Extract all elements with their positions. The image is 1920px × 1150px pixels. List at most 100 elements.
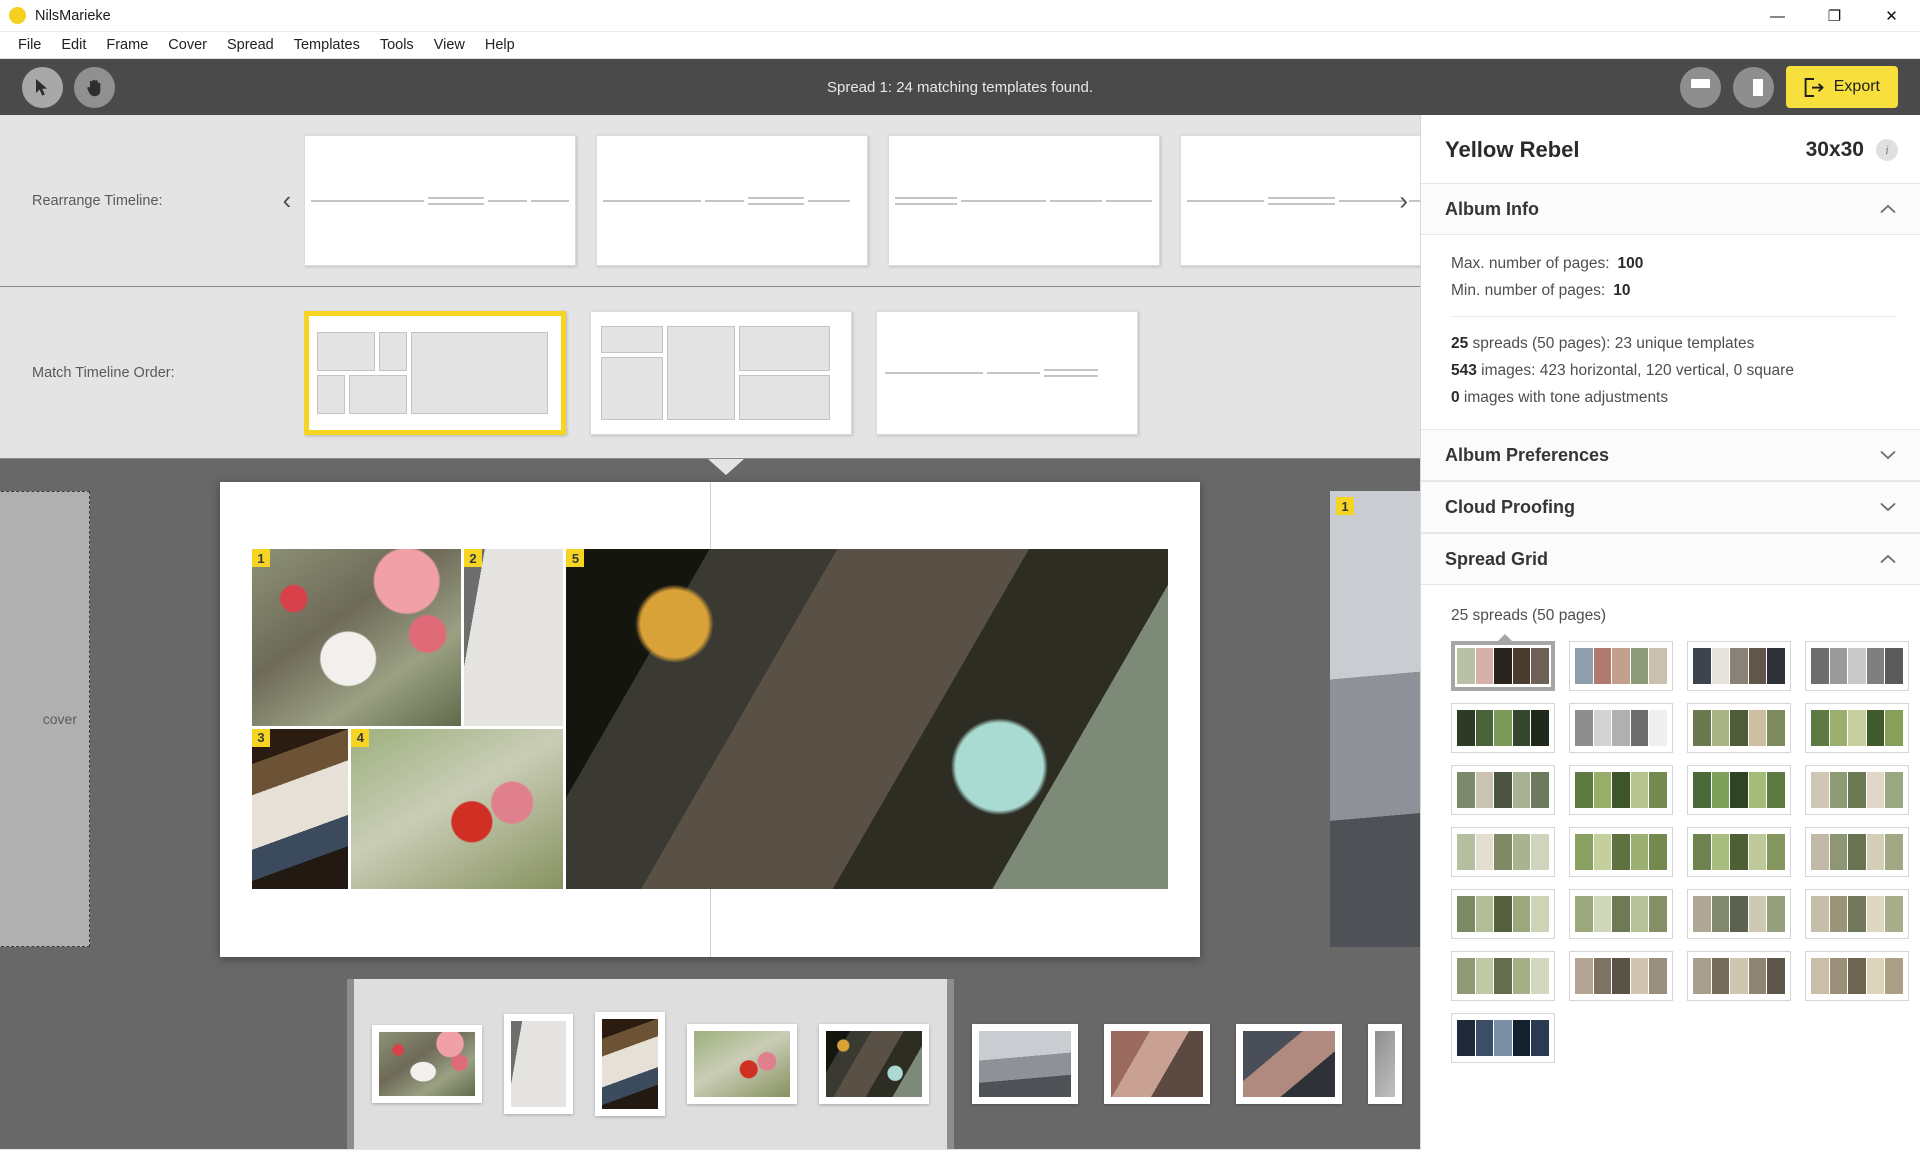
spread-grid-item[interactable]: [1569, 703, 1673, 753]
max-pages-row: Max. number of pages:100: [1451, 255, 1896, 273]
filmstrip-thumbnail[interactable]: [372, 1025, 482, 1103]
template-thumbnail[interactable]: [304, 135, 576, 266]
filmstrip-current-spread-group[interactable]: [347, 979, 954, 1149]
image-filmstrip[interactable]: [0, 979, 1420, 1149]
section-header-cloud-proofing[interactable]: Cloud Proofing: [1421, 481, 1920, 533]
chevron-up-icon: [1880, 204, 1896, 214]
hand-icon: [86, 78, 104, 97]
select-tool-button[interactable]: [22, 67, 63, 108]
export-button[interactable]: Export: [1786, 66, 1898, 108]
spread-grid-item[interactable]: [1569, 827, 1673, 877]
max-pages-label: Max. number of pages:: [1451, 255, 1610, 272]
spread-grid-item[interactable]: [1687, 641, 1791, 691]
spread-grid[interactable]: [1421, 641, 1920, 1083]
filmstrip-thumbnail[interactable]: [1104, 1024, 1210, 1104]
template-thumbnail[interactable]: [590, 311, 852, 435]
maximize-button[interactable]: ❐: [1806, 0, 1863, 32]
spread-grid-item[interactable]: [1805, 703, 1909, 753]
template-thumbnail[interactable]: [876, 311, 1138, 435]
spread-grid-thumbnail: [1811, 834, 1903, 870]
template-thumbnail[interactable]: [888, 135, 1160, 266]
filmstrip-thumbnail[interactable]: [687, 1024, 797, 1104]
spread-grid-item[interactable]: [1805, 889, 1909, 939]
spread-grid-item[interactable]: [1569, 951, 1673, 1001]
section-header-spread-grid[interactable]: Spread Grid: [1421, 533, 1920, 585]
single-page-view-icon[interactable]: [1680, 67, 1721, 108]
menu-item-help[interactable]: Help: [475, 34, 525, 56]
menu-item-templates[interactable]: Templates: [284, 34, 370, 56]
minimize-button[interactable]: —: [1749, 0, 1806, 32]
spread-grid-item[interactable]: [1451, 827, 1555, 877]
filmstrip-next-group[interactable]: [954, 979, 1420, 1149]
filmstrip-thumbnail[interactable]: [1368, 1024, 1402, 1104]
spread-grid-item[interactable]: [1687, 951, 1791, 1001]
spread-grid-item[interactable]: [1805, 951, 1909, 1001]
spread-grid-thumbnail: [1575, 958, 1667, 994]
section-header-album-preferences[interactable]: Album Preferences: [1421, 429, 1920, 481]
menu-item-cover[interactable]: Cover: [158, 34, 217, 56]
app-title: NilsMarieke: [35, 8, 111, 24]
photo-cell-1[interactable]: 1: [252, 549, 461, 726]
spread-grid-item-selected[interactable]: [1451, 641, 1555, 691]
previous-spread-preview[interactable]: cover: [0, 491, 90, 947]
photo-cell-3[interactable]: 3: [252, 729, 348, 889]
right-sidebar-scroll[interactable]: Yellow Rebel 30x30 i Album Info Max. num…: [1421, 115, 1920, 1150]
current-spread[interactable]: 1 2 3: [220, 482, 1200, 957]
menu-item-view[interactable]: View: [424, 34, 475, 56]
thumb-wedding-dress: [511, 1021, 566, 1107]
spread-canvas[interactable]: cover 1 2: [0, 459, 1420, 979]
photo-cell-2[interactable]: 2: [464, 549, 564, 726]
photo-cell-4[interactable]: 4: [351, 729, 563, 889]
photo-badge: 2: [464, 549, 482, 567]
spread-grid-item[interactable]: [1451, 889, 1555, 939]
spread-grid-thumbnail: [1811, 958, 1903, 994]
close-button[interactable]: ✕: [1863, 0, 1920, 32]
selected-template-callout: [708, 459, 744, 475]
menu-item-tools[interactable]: Tools: [370, 34, 424, 56]
spread-grid-item[interactable]: [1451, 951, 1555, 1001]
filmstrip-thumbnail[interactable]: [1236, 1024, 1342, 1104]
album-size: 30x30: [1806, 138, 1864, 162]
filmstrip-thumbnail[interactable]: [819, 1024, 929, 1104]
filmstrip-thumbnail[interactable]: [972, 1024, 1078, 1104]
template-thumbnail-selected[interactable]: [304, 311, 566, 435]
spread-grid-item[interactable]: [1805, 827, 1909, 877]
spread-grid-item[interactable]: [1687, 889, 1791, 939]
spread-view-icon[interactable]: [1733, 67, 1774, 108]
menu-item-file[interactable]: File: [8, 34, 51, 56]
timeline-next-arrow[interactable]: ›: [1399, 185, 1408, 216]
hand-tool-button[interactable]: [74, 67, 115, 108]
thumb-partial: [1375, 1031, 1395, 1097]
spread-grid-item[interactable]: [1451, 703, 1555, 753]
menu-item-edit[interactable]: Edit: [51, 34, 96, 56]
section-header-album-info[interactable]: Album Info: [1421, 183, 1920, 235]
photo-cell-5[interactable]: 5: [566, 549, 1168, 889]
spread-grid-item[interactable]: [1687, 703, 1791, 753]
spread-grid-item[interactable]: [1687, 827, 1791, 877]
spread-grid-item[interactable]: [1569, 641, 1673, 691]
spread-grid-item[interactable]: [1569, 765, 1673, 815]
spread-grid-item[interactable]: [1805, 765, 1909, 815]
app-body: Rearrange Timeline: ‹: [0, 115, 1920, 1150]
timeline-prev-arrow[interactable]: ‹: [270, 185, 304, 216]
photo-badge: 4: [351, 729, 369, 747]
filmstrip-thumbnail[interactable]: [504, 1014, 573, 1114]
info-icon[interactable]: i: [1876, 139, 1898, 161]
thumb-bride-with-guests: [1243, 1031, 1335, 1097]
menu-item-frame[interactable]: Frame: [96, 34, 158, 56]
next-spread-preview[interactable]: 1: [1330, 491, 1420, 947]
right-sidebar: Yellow Rebel 30x30 i Album Info Max. num…: [1420, 115, 1920, 1150]
template-thumbnail[interactable]: [596, 135, 868, 266]
filmstrip-thumbnail[interactable]: [595, 1012, 665, 1116]
spread-grid-item[interactable]: [1805, 641, 1909, 691]
rearrange-template-strip[interactable]: [304, 131, 1420, 270]
template-thumbnail[interactable]: [1180, 135, 1420, 266]
spread-grid-item[interactable]: [1687, 765, 1791, 815]
spread-grid-item[interactable]: [1451, 1013, 1555, 1063]
match-template-strip[interactable]: [304, 307, 1420, 439]
spread-grid-item[interactable]: [1569, 889, 1673, 939]
previous-spread-label: cover: [43, 711, 77, 727]
menu-item-spread[interactable]: Spread: [217, 34, 284, 56]
spread-grid-thumbnail: [1457, 896, 1549, 932]
spread-grid-item[interactable]: [1451, 765, 1555, 815]
